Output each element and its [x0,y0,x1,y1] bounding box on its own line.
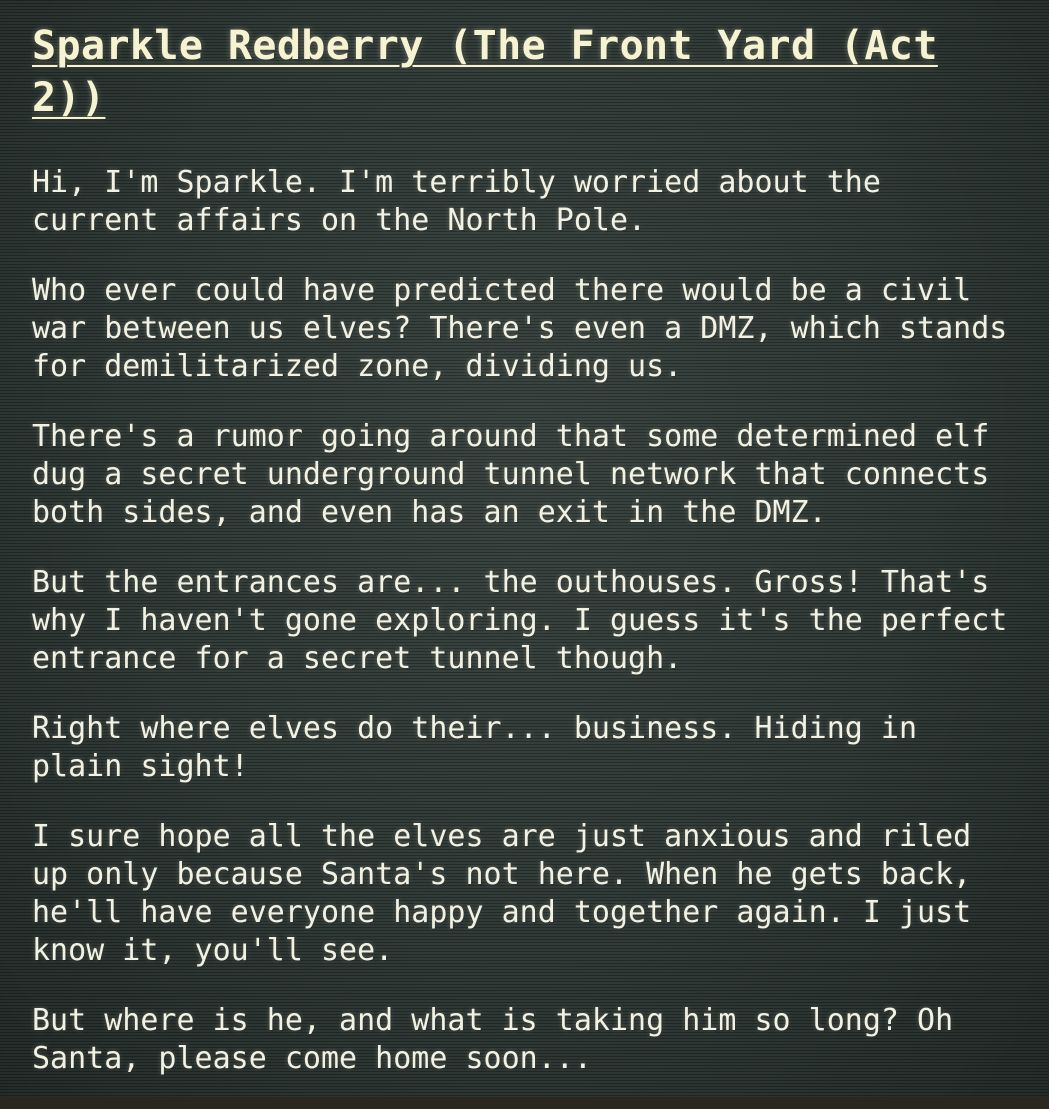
dialogue-line: plain sight! [32,749,249,784]
dialogue-line: current affairs on the North Pole. [32,203,647,238]
dialogue-line: But where is he, and what is taking him … [32,1003,954,1038]
dialogue-line: Right where elves do their... business. … [32,711,918,746]
dialogue-line: Hi, I'm Sparkle. I'm terribly worried ab… [32,165,881,200]
dialogue-line: Who ever could have predicted there woul… [32,273,972,308]
dialogue-paragraph: There's a rumor going around that some d… [32,418,1049,532]
dialogue-paragraph: I sure hope all the elves are just anxio… [32,818,1049,970]
dialogue-paragraph: But where is he, and what is taking him … [32,1002,1049,1078]
dialogue-line: he'll have everyone happy and together a… [32,895,972,930]
dialogue-paragraph: Who ever could have predicted there woul… [32,272,1049,386]
dialogue-panel: Sparkle Redberry (The Front Yard (Act 2)… [32,20,1049,1097]
dialogue-line: know it, you'll see. [32,933,394,968]
dialogue-text: Hi, I'm Sparkle. I'm terribly worried ab… [32,164,1049,1078]
dialogue-paragraph: Right where elves do their... business. … [32,710,1049,786]
dialogue-line: There's a rumor going around that some d… [32,419,990,454]
page-title: Sparkle Redberry (The Front Yard (Act 2)… [32,23,938,121]
bottom-frame-edge [0,1097,1049,1109]
dialogue-line: both sides, and even has an exit in the … [32,495,827,530]
dialogue-line: up only because Santa's not here. When h… [32,857,972,892]
terminal-screen: Sparkle Redberry (The Front Yard (Act 2)… [0,0,1049,1097]
dialogue-line: But the entrances are... the outhouses. … [32,565,990,600]
dialogue-line: Santa, please come home soon... [32,1041,592,1076]
dialogue-line: entrance for a secret tunnel though. [32,641,683,676]
dialogue-paragraph: But the entrances are... the outhouses. … [32,564,1049,678]
dialogue-line: for demilitarized zone, dividing us. [32,349,683,384]
dialogue-line: war between us elves? There's even a DMZ… [32,311,1008,346]
dialogue-line: I sure hope all the elves are just anxio… [32,819,972,854]
dialogue-line: why I haven't gone exploring. I guess it… [32,603,1008,638]
dialogue-line: dug a secret underground tunnel network … [32,457,990,492]
dialogue-paragraph: Hi, I'm Sparkle. I'm terribly worried ab… [32,164,1049,240]
